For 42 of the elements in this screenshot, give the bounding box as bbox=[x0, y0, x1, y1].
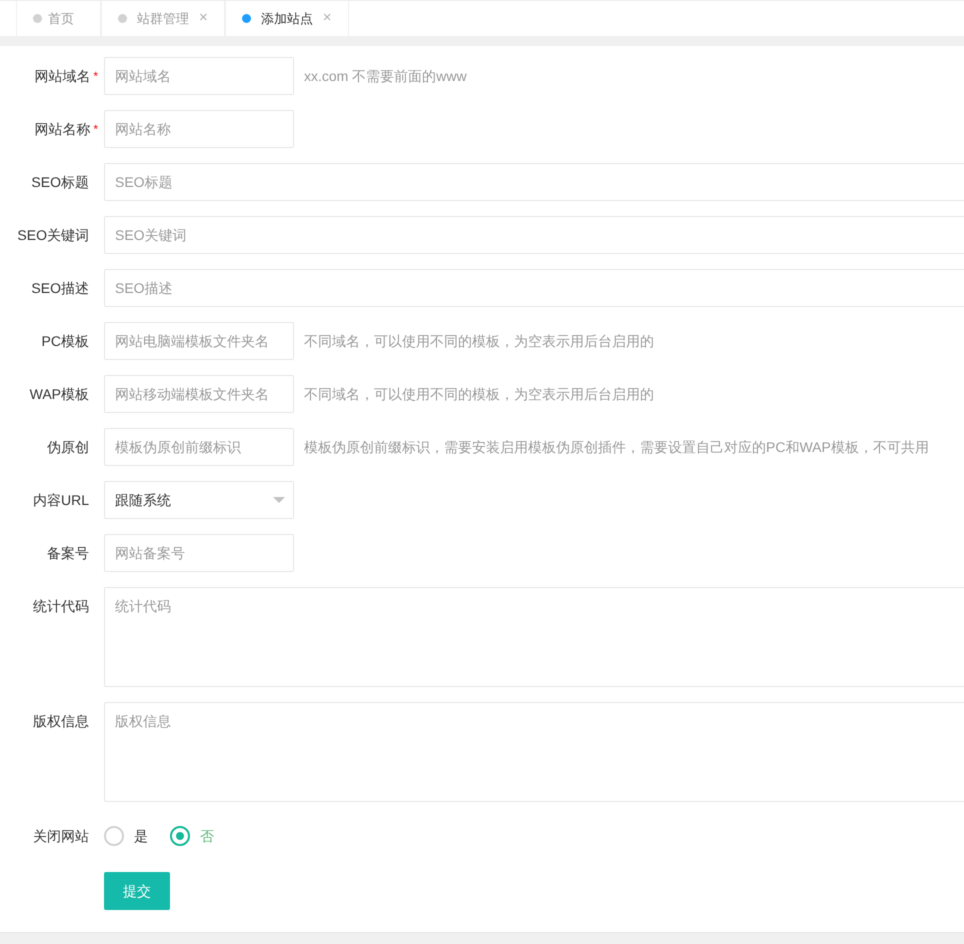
select-field[interactable]: 跟随系统 bbox=[104, 481, 294, 519]
text-area[interactable]: 版权信息 bbox=[104, 702, 964, 802]
field-label: 网站域名 bbox=[34, 66, 90, 86]
required-mark: * bbox=[93, 121, 98, 138]
field-label: 备案号 bbox=[47, 544, 89, 562]
close-icon[interactable]: × bbox=[322, 7, 332, 30]
input-field[interactable]: SEO关键词 bbox=[104, 216, 964, 254]
field-label: 伪原创 bbox=[47, 438, 89, 456]
input-field[interactable]: 网站移动端模板文件夹名 bbox=[104, 375, 294, 413]
input-field[interactable]: 网站备案号 bbox=[104, 534, 294, 572]
required-mark: * bbox=[93, 68, 98, 85]
field-hint: 不同域名，可以使用不同的模板，为空表示用后台启用的 bbox=[304, 384, 654, 404]
field-label: 网站名称 bbox=[34, 120, 90, 138]
input-field[interactable]: 模板伪原创前缀标识 bbox=[104, 428, 294, 466]
tab-label: 站群管理 bbox=[137, 10, 189, 28]
input-field[interactable]: SEO描述 bbox=[104, 269, 964, 307]
radio-option[interactable]: 是 bbox=[104, 826, 148, 846]
field-label: SEO标题 bbox=[31, 172, 89, 192]
tab-label: 添加站点 bbox=[260, 10, 313, 28]
input-field[interactable]: 网站名称 bbox=[104, 110, 294, 148]
text-area[interactable]: 统计代码 bbox=[104, 587, 964, 687]
field-label: 关闭网站 bbox=[33, 826, 89, 846]
field-label: 内容URL bbox=[32, 490, 89, 510]
field-label: WAP模板 bbox=[30, 384, 89, 404]
input-field[interactable]: SEO标题 bbox=[104, 163, 964, 201]
dropdown-caret-icon bbox=[273, 497, 285, 503]
field-label: 统计代码 bbox=[33, 597, 89, 616]
submit-button[interactable]: 提交 bbox=[104, 872, 170, 910]
field-label: SEO描述 bbox=[31, 278, 89, 298]
input-field[interactable]: 网站域名 bbox=[104, 57, 294, 95]
field-hint: xx.com 不需要前面的www bbox=[304, 66, 467, 86]
radio-option[interactable]: 否 bbox=[170, 826, 214, 846]
radio-button[interactable] bbox=[104, 826, 124, 846]
field-hint: 不同域名，可以使用不同的模板，为空表示用后台启用的 bbox=[304, 332, 654, 350]
field-label: PC模板 bbox=[42, 332, 89, 350]
close-icon[interactable]: × bbox=[199, 7, 208, 30]
field-label: 版权信息 bbox=[33, 712, 89, 731]
input-field[interactable]: 网站电脑端模板文件夹名 bbox=[104, 322, 294, 360]
radio-button[interactable] bbox=[170, 826, 190, 846]
field-hint: 模板伪原创前缀标识，需要安装启用模板伪原创插件，需要设置自己对应的PC和WAP模板，不可共用 bbox=[304, 438, 929, 456]
field-label: SEO关键词 bbox=[17, 226, 89, 244]
tab-label: 首页 bbox=[48, 10, 74, 28]
